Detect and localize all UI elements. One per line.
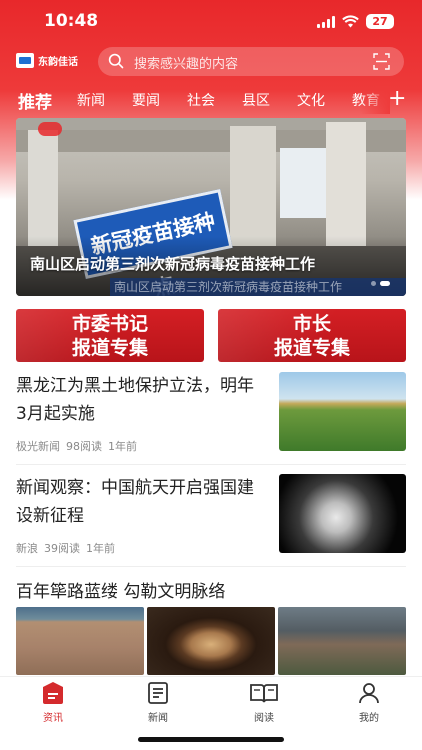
status-time: 10:48 bbox=[44, 11, 99, 31]
status-bar: 10:48 27 bbox=[0, 0, 422, 46]
carousel-dot-active bbox=[380, 281, 390, 286]
search-input[interactable]: 搜索感兴趣的内容 bbox=[98, 47, 404, 76]
section-photo[interactable] bbox=[278, 607, 406, 675]
open-book-icon bbox=[250, 684, 278, 703]
status-icons: 27 bbox=[317, 14, 394, 29]
newspaper-icon bbox=[148, 682, 168, 704]
special-report-line1: 市委书记 bbox=[71, 313, 148, 335]
news-thumbnail bbox=[279, 474, 406, 553]
tab-recommend[interactable]: 推荐 bbox=[18, 88, 52, 113]
search-placeholder: 搜索感兴趣的内容 bbox=[134, 57, 239, 72]
person-icon bbox=[359, 683, 379, 704]
tabbar-item-profile[interactable]: 我的 bbox=[329, 681, 409, 724]
news-time: 1年前 bbox=[86, 542, 115, 555]
tab-county[interactable]: 县区 bbox=[242, 90, 270, 110]
banner-caption: 南山区启动第三剂次新冠病毒疫苗接种工作 bbox=[30, 255, 316, 273]
section-photo[interactable] bbox=[147, 607, 275, 675]
cellular-signal-icon bbox=[317, 15, 335, 28]
special-report-secretary-button[interactable]: 市委书记 报道专集 bbox=[16, 309, 204, 362]
tabbar-label: 资讯 bbox=[43, 713, 63, 724]
tabs-fade bbox=[360, 86, 390, 114]
news-item[interactable]: 新闻观察：中国航天开启强国建设新征程 新浪 39阅读 1年前 bbox=[16, 474, 406, 560]
news-reads: 39阅读 bbox=[44, 542, 80, 555]
carousel-dot bbox=[371, 281, 376, 286]
news-thumbnail bbox=[279, 372, 406, 451]
divider bbox=[16, 464, 406, 465]
home-indicator bbox=[138, 737, 284, 742]
tabbar-label: 阅读 bbox=[254, 713, 274, 724]
tabbar-item-reading[interactable]: 阅读 bbox=[224, 681, 304, 724]
tabbar-label: 我的 bbox=[359, 713, 379, 724]
section-title[interactable]: 百年筚路蓝缕 勾勒文明脉络 bbox=[16, 577, 225, 602]
news-source: 新浪 bbox=[16, 542, 38, 555]
tabbar-item-info[interactable]: 资讯 bbox=[13, 681, 93, 724]
headline-banner[interactable]: 新冠疫苗接种点 南山区启动第三剂次新冠病毒疫苗接种工作 南山区启动第三剂次新冠病… bbox=[16, 118, 406, 296]
special-report-line2: 报道专集 bbox=[273, 337, 350, 359]
news-meta: 新浪 39阅读 1年前 bbox=[16, 540, 115, 556]
news-item[interactable]: 黑龙江为黑土地保护立法，明年3月起实施 极光新闻 98阅读 1年前 bbox=[16, 372, 406, 458]
channel-badge bbox=[38, 122, 62, 136]
tab-society[interactable]: 社会 bbox=[187, 90, 215, 110]
section-photo[interactable] bbox=[16, 607, 144, 675]
wifi-icon bbox=[342, 15, 359, 28]
news-title: 新闻观察：中国航天开启强国建设新征程 bbox=[16, 478, 254, 526]
logo-mark-icon bbox=[16, 53, 34, 68]
special-report-line1: 市长 bbox=[292, 313, 331, 335]
tab-headlines[interactable]: 要闻 bbox=[132, 90, 160, 110]
battery-indicator: 27 bbox=[366, 14, 394, 29]
news-reads: 98阅读 bbox=[66, 440, 102, 453]
app-logo[interactable]: 东韵佳话 bbox=[16, 53, 78, 68]
logo-text: 东韵佳话 bbox=[38, 57, 78, 68]
news-time: 1年前 bbox=[108, 440, 137, 453]
news-feed-icon bbox=[43, 682, 63, 704]
scan-icon[interactable] bbox=[373, 53, 390, 70]
banner-sky bbox=[280, 148, 326, 218]
tabbar-item-news[interactable]: 新闻 bbox=[118, 681, 198, 724]
news-source: 极光新闻 bbox=[16, 440, 60, 453]
tabbar-label: 新闻 bbox=[148, 713, 168, 724]
category-tabs: 推荐 新闻 要闻 社会 县区 文化 教育 + bbox=[0, 86, 422, 114]
special-report-line2: 报道专集 bbox=[71, 337, 148, 359]
special-report-mayor-button[interactable]: 市长 报道专集 bbox=[218, 309, 406, 362]
tab-news[interactable]: 新闻 bbox=[77, 90, 105, 110]
news-title: 黑龙江为黑土地保护立法，明年3月起实施 bbox=[16, 376, 254, 424]
banner-subtitle-strip: 南山区启动第三剂次新冠病毒疫苗接种工作 bbox=[110, 278, 406, 296]
carousel-dots bbox=[371, 281, 390, 286]
add-category-button[interactable]: + bbox=[388, 86, 406, 112]
search-icon bbox=[108, 53, 124, 69]
divider bbox=[16, 566, 406, 567]
news-meta: 极光新闻 98阅读 1年前 bbox=[16, 438, 137, 454]
tab-culture[interactable]: 文化 bbox=[297, 90, 325, 110]
